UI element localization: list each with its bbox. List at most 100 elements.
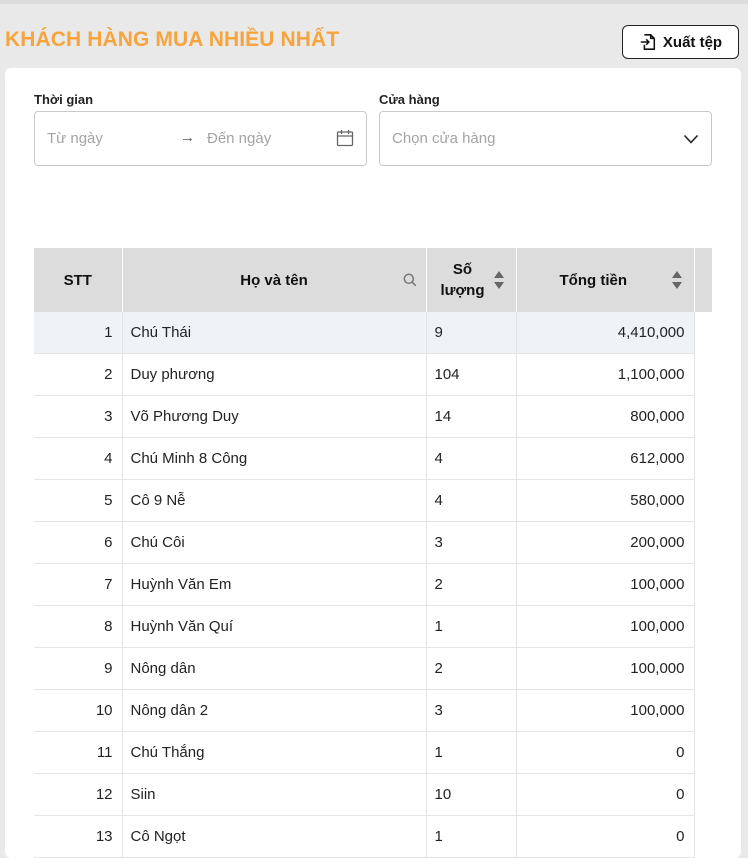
store-select[interactable]: Chọn cửa hàng [379, 111, 712, 166]
scroll-gutter [694, 731, 712, 774]
scroll-gutter [694, 647, 712, 690]
cell-name: Siin [122, 773, 427, 816]
cell-name: Duy phương [122, 353, 427, 396]
table-row[interactable]: 8 Huỳnh Văn Quí 1 100,000 [34, 605, 712, 648]
cell-stt: 4 [34, 437, 123, 480]
scroll-gutter [694, 479, 712, 522]
table-row[interactable]: 10 Nông dân 2 3 100,000 [34, 689, 712, 732]
cell-total: 200,000 [516, 521, 695, 564]
col-header-name[interactable]: Họ và tên [122, 248, 427, 312]
table-row[interactable]: 6 Chú Côi 3 200,000 [34, 521, 712, 564]
sort-icon[interactable] [493, 270, 505, 290]
cell-total: 100,000 [516, 689, 695, 732]
table-row[interactable]: 5 Cô 9 Nễ 4 580,000 [34, 479, 712, 522]
cell-total: 100,000 [516, 605, 695, 648]
cell-qty: 4 [426, 479, 517, 522]
cell-name: Huỳnh Văn Em [122, 563, 427, 606]
cell-stt: 10 [34, 689, 123, 732]
cell-stt: 1 [34, 312, 123, 354]
to-date-input[interactable]: Đến ngày [207, 130, 271, 147]
cell-total: 580,000 [516, 479, 695, 522]
scroll-gutter [694, 563, 712, 606]
cell-qty: 104 [426, 353, 517, 396]
cell-qty: 3 [426, 521, 517, 564]
cell-stt: 3 [34, 395, 123, 438]
table-row[interactable]: 13 Cô Ngọt 1 0 [34, 815, 712, 858]
customer-table: STT Họ và tên Số lượng Tổng tiền 1 Chú T… [34, 248, 712, 858]
col-header-total[interactable]: Tổng tiền [516, 248, 695, 312]
table-row[interactable]: 1 Chú Thái 9 4,410,000 [34, 312, 712, 354]
cell-name: Nông dân 2 [122, 689, 427, 732]
col-header-stt: STT [34, 248, 123, 312]
scroll-gutter [694, 815, 712, 858]
cell-total: 1,100,000 [516, 353, 695, 396]
scroll-gutter [694, 773, 712, 816]
search-icon[interactable] [403, 273, 417, 287]
store-label: Cửa hàng [379, 92, 440, 107]
table-row[interactable]: 3 Võ Phương Duy 14 800,000 [34, 395, 712, 438]
cell-stt: 12 [34, 773, 123, 816]
scroll-gutter [694, 437, 712, 480]
chevron-down-icon[interactable] [683, 133, 699, 145]
cell-qty: 1 [426, 731, 517, 774]
cell-qty: 9 [426, 312, 517, 354]
cell-total: 0 [516, 731, 695, 774]
cell-qty: 1 [426, 815, 517, 858]
cell-qty: 14 [426, 395, 517, 438]
cell-stt: 8 [34, 605, 123, 648]
scroll-gutter [694, 521, 712, 564]
table-row[interactable]: 12 Siin 10 0 [34, 773, 712, 816]
scroll-gutter [694, 395, 712, 438]
export-button[interactable]: Xuất tệp [622, 25, 739, 59]
from-date-input[interactable]: Từ ngày [47, 130, 103, 147]
scroll-gutter [694, 605, 712, 648]
col-header-name-label: Họ và tên [240, 271, 308, 289]
table-row[interactable]: 2 Duy phương 104 1,100,000 [34, 353, 712, 396]
date-range-picker[interactable]: Từ ngày → Đến ngày [34, 111, 367, 166]
cell-total: 800,000 [516, 395, 695, 438]
cell-qty: 1 [426, 605, 517, 648]
cell-name: Cô Ngọt [122, 815, 427, 858]
cell-qty: 2 [426, 647, 517, 690]
store-select-placeholder: Chọn cửa hàng [392, 130, 496, 147]
cell-name: Chú Minh 8 Công [122, 437, 427, 480]
scroll-gutter [694, 353, 712, 396]
top-strip [0, 0, 748, 4]
cell-total: 100,000 [516, 647, 695, 690]
scroll-gutter [694, 689, 712, 732]
cell-total: 0 [516, 773, 695, 816]
cell-name: Võ Phương Duy [122, 395, 427, 438]
cell-name: Chú Côi [122, 521, 427, 564]
table-row[interactable]: 7 Huỳnh Văn Em 2 100,000 [34, 563, 712, 606]
cell-stt: 6 [34, 521, 123, 564]
cell-stt: 13 [34, 815, 123, 858]
time-label: Thời gian [34, 92, 94, 107]
table-row[interactable]: 11 Chú Thắng 1 0 [34, 731, 712, 774]
page-title: KHÁCH HÀNG MUA NHIỀU NHẤT [5, 28, 340, 51]
cell-total: 612,000 [516, 437, 695, 480]
cell-total: 4,410,000 [516, 312, 695, 354]
header-scroll-gutter [694, 248, 712, 312]
main-panel: Thời gian Cửa hàng Từ ngày → Đến ngày Ch… [5, 68, 741, 858]
table-row[interactable]: 9 Nông dân 2 100,000 [34, 647, 712, 690]
col-header-qty-label: Số lượng [440, 261, 485, 299]
cell-total: 0 [516, 815, 695, 858]
calendar-icon[interactable] [336, 129, 354, 147]
cell-qty: 4 [426, 437, 517, 480]
file-export-icon [640, 34, 655, 50]
cell-qty: 2 [426, 563, 517, 606]
col-header-qty[interactable]: Số lượng [426, 248, 517, 312]
cell-stt: 11 [34, 731, 123, 774]
cell-name: Chú Thắng [122, 731, 427, 774]
sort-icon[interactable] [671, 270, 683, 290]
cell-total: 100,000 [516, 563, 695, 606]
cell-name: Chú Thái [122, 312, 427, 354]
col-header-total-label: Tổng tiền [559, 271, 628, 289]
cell-stt: 7 [34, 563, 123, 606]
cell-name: Huỳnh Văn Quí [122, 605, 427, 648]
cell-name: Nông dân [122, 647, 427, 690]
table-row[interactable]: 4 Chú Minh 8 Công 4 612,000 [34, 437, 712, 480]
cell-stt: 2 [34, 353, 123, 396]
scroll-gutter [694, 312, 712, 354]
cell-qty: 10 [426, 773, 517, 816]
